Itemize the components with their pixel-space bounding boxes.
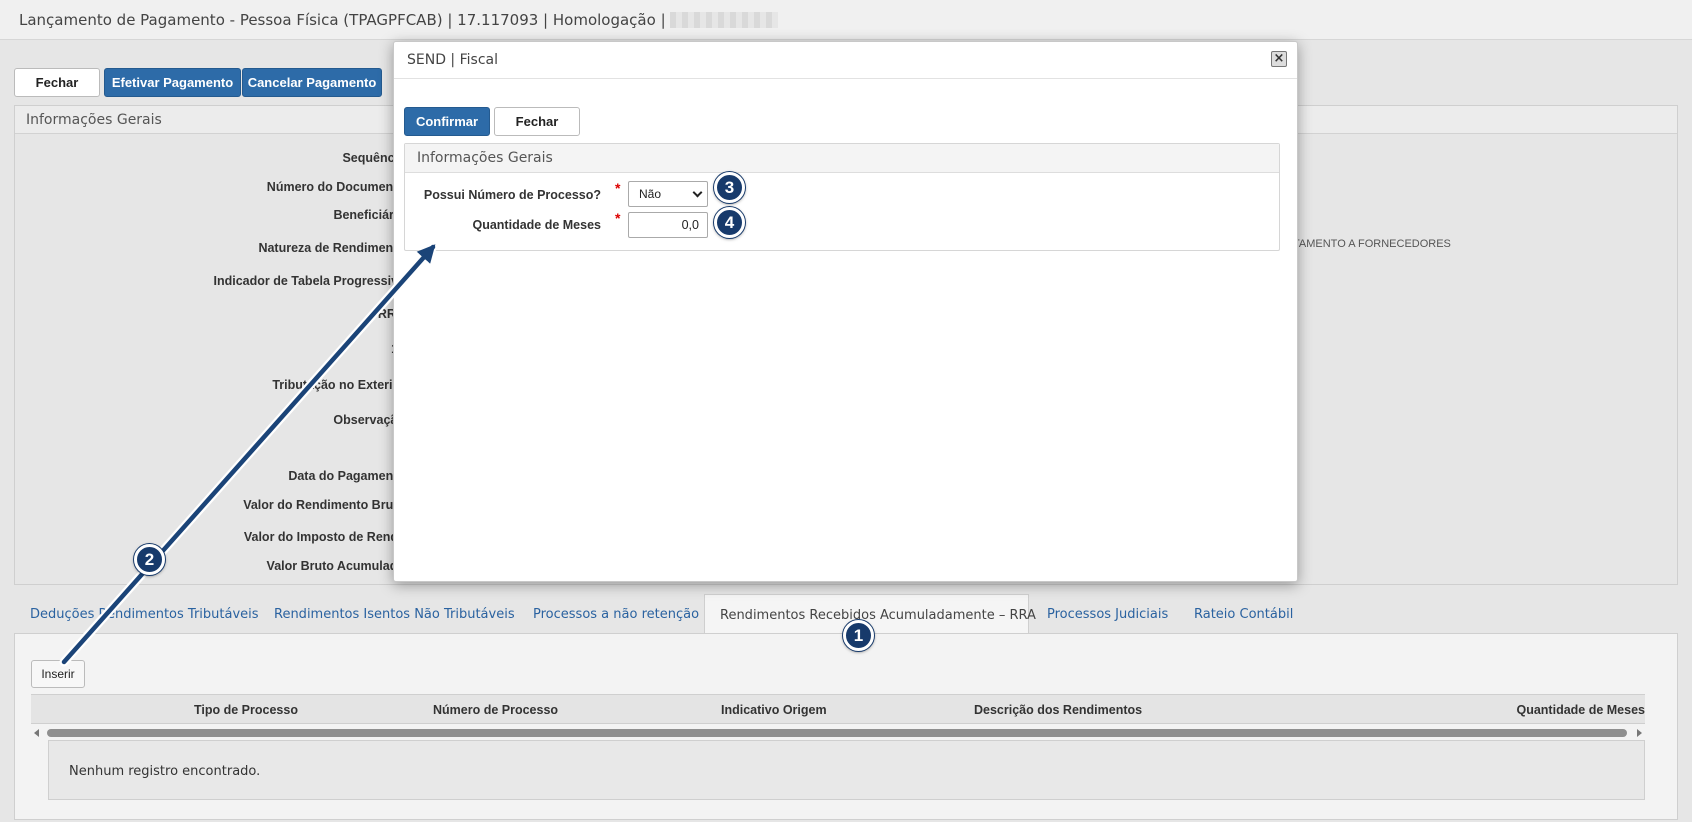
fechar-button[interactable]: Fechar xyxy=(14,68,100,97)
horizontal-scrollbar[interactable] xyxy=(31,726,1645,740)
quantidade-meses-input[interactable]: 0,0 xyxy=(628,212,708,238)
window-title: Lançamento de Pagamento - Pessoa Física … xyxy=(19,11,666,29)
tab-processos-judiciais[interactable]: Processos Judiciais xyxy=(1047,594,1168,634)
required-mark: * xyxy=(615,210,621,226)
field-label: Data do Pagamento xyxy=(288,469,405,483)
redacted-user xyxy=(670,12,779,28)
field-label: Valor Bruto Acumulado xyxy=(266,559,405,573)
possui-processo-select[interactable]: Não xyxy=(628,181,708,207)
field-label: Número do Documento xyxy=(266,180,405,194)
scroll-thumb[interactable] xyxy=(47,729,1627,737)
section-title: Informações Gerais xyxy=(405,144,1279,173)
column-header[interactable]: Quantidade de Meses xyxy=(1516,703,1645,717)
callout-badge: 4 xyxy=(714,207,745,238)
tab-processos-nao-retencao[interactable]: Processos a não retenção xyxy=(533,594,699,634)
modal-title: SEND | Fiscal xyxy=(407,52,498,68)
field-label: Indicador de Tabela Progressiva xyxy=(213,274,405,288)
rra-tab-panel: Inserir Tipo de Processo Número de Proce… xyxy=(14,633,1678,820)
column-header[interactable]: Tipo de Processo xyxy=(194,703,298,717)
scroll-right-icon[interactable] xyxy=(1637,729,1642,737)
callout-badge: 2 xyxy=(134,544,165,575)
modal-header: SEND | Fiscal × xyxy=(394,42,1297,79)
chevron-down-icon xyxy=(692,187,703,198)
field-label: Valor do Imposto de Renda xyxy=(243,530,405,544)
field-label: Natureza de Rendimento xyxy=(258,241,405,255)
column-header[interactable]: Indicativo Origem xyxy=(721,703,827,717)
efetivar-pagamento-button[interactable]: Efetivar Pagamento xyxy=(104,68,241,97)
column-header[interactable]: Descrição dos Rendimentos xyxy=(974,703,1142,717)
required-mark: * xyxy=(615,180,621,196)
natureza-value: TAMENTO A FORNECEDORES xyxy=(1293,238,1451,250)
modal-fechar-button[interactable]: Fechar xyxy=(494,107,580,136)
cancelar-pagamento-button[interactable]: Cancelar Pagamento xyxy=(242,68,382,97)
modal-section: Informações Gerais Possui Número de Proc… xyxy=(404,143,1280,251)
callout-badge: 1 xyxy=(843,620,874,651)
field-label: Tributação no Exterior xyxy=(272,378,405,392)
close-icon[interactable]: × xyxy=(1271,51,1287,67)
tab-rateio-contabil[interactable]: Rateio Contábil xyxy=(1194,594,1293,634)
quantidade-meses-label: Quantidade de Meses xyxy=(472,218,601,232)
scroll-left-icon[interactable] xyxy=(34,729,39,737)
confirmar-button[interactable]: Confirmar xyxy=(404,107,490,136)
window-title-bar: Lançamento de Pagamento - Pessoa Física … xyxy=(0,0,1692,40)
grid-header: Tipo de Processo Número de Processo Indi… xyxy=(31,694,1645,724)
inserir-button[interactable]: Inserir xyxy=(31,660,85,688)
possui-processo-label: Possui Número de Processo? xyxy=(423,188,601,202)
select-value: Não xyxy=(639,187,662,201)
tab-rendimentos-isentos[interactable]: Rendimentos Isentos Não Tributáveis xyxy=(274,594,515,634)
column-header[interactable]: Número de Processo xyxy=(433,703,558,717)
empty-message: Nenhum registro encontrado. xyxy=(48,740,1645,800)
tab-deducoes[interactable]: Deduções Rendimentos Tributáveis xyxy=(30,594,259,634)
fiscal-modal: SEND | Fiscal × Confirmar Fechar Informa… xyxy=(393,41,1298,582)
callout-badge: 3 xyxy=(714,172,745,203)
field-label: Valor do Rendimento Bruto xyxy=(243,498,405,512)
